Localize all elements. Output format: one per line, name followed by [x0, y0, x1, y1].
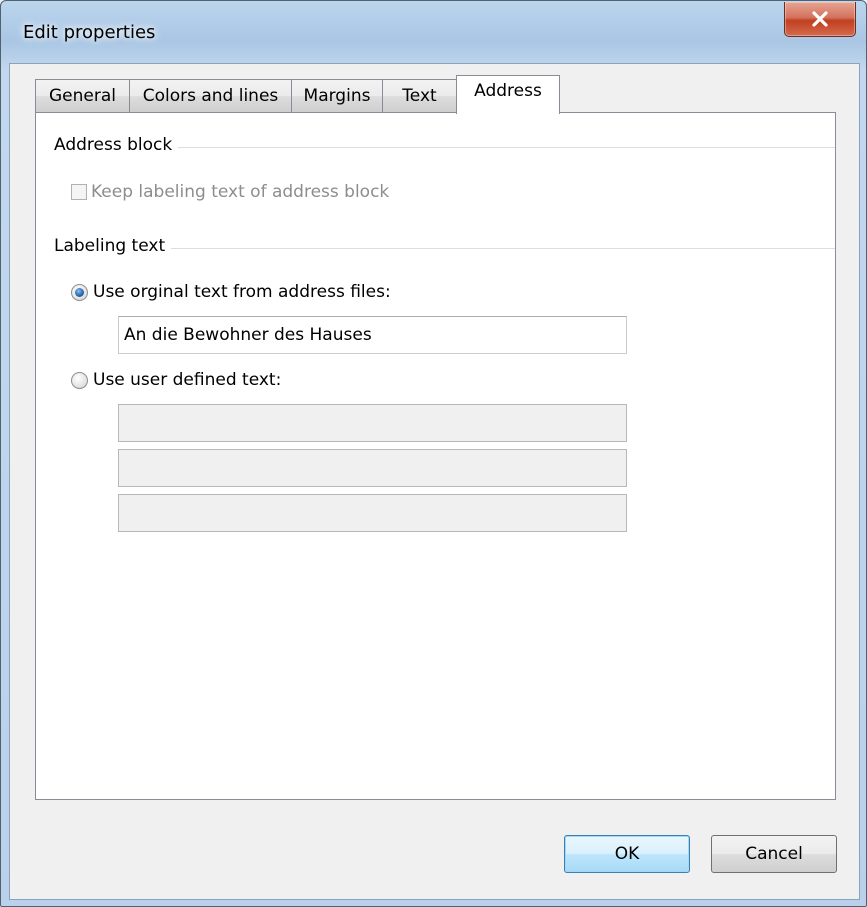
- original-text-field[interactable]: An die Bewohner des Hauses: [118, 316, 627, 354]
- user-defined-text-radio[interactable]: [71, 371, 88, 389]
- original-text-radio-label: Use orginal text from address files:: [93, 282, 391, 302]
- address-block-label: Address block: [54, 135, 179, 155]
- tab-margins[interactable]: Margins: [291, 79, 383, 112]
- tab-general[interactable]: General: [35, 79, 130, 112]
- user-text-line-2[interactable]: [118, 449, 627, 487]
- user-defined-text-radio-row[interactable]: Use user defined text:: [71, 370, 281, 390]
- tab-address[interactable]: Address: [456, 75, 560, 114]
- window-title: Edit properties: [23, 22, 156, 43]
- tab-text[interactable]: Text: [382, 79, 457, 112]
- keep-labeling-text-label: Keep labeling text of address block: [91, 182, 390, 202]
- close-button[interactable]: [784, 2, 856, 37]
- user-defined-text-radio-label: Use user defined text:: [93, 370, 282, 390]
- close-icon: [812, 11, 828, 27]
- title-bar: Edit properties: [1, 1, 866, 63]
- keep-labeling-text-checkbox[interactable]: [71, 184, 87, 200]
- cancel-button[interactable]: Cancel: [711, 835, 837, 873]
- user-text-line-1[interactable]: [118, 404, 627, 442]
- ok-button[interactable]: OK: [564, 835, 690, 873]
- tab-colors-and-lines[interactable]: Colors and lines: [129, 79, 292, 112]
- keep-labeling-text-checkbox-row[interactable]: Keep labeling text of address block: [71, 182, 389, 202]
- original-text-value: An die Bewohner des Hauses: [124, 325, 372, 345]
- address-tab-page: Address block Keep labeling text of addr…: [35, 112, 836, 800]
- labeling-text-divider: [54, 248, 835, 249]
- edit-properties-dialog: Edit properties General Colors and lines…: [0, 0, 867, 907]
- dialog-client-area: General Colors and lines Margins Text Ad…: [9, 63, 860, 900]
- original-text-radio[interactable]: [71, 283, 88, 301]
- labeling-text-label: Labeling text: [54, 236, 172, 256]
- original-text-radio-row[interactable]: Use orginal text from address files:: [71, 282, 391, 302]
- user-text-line-3[interactable]: [118, 494, 627, 532]
